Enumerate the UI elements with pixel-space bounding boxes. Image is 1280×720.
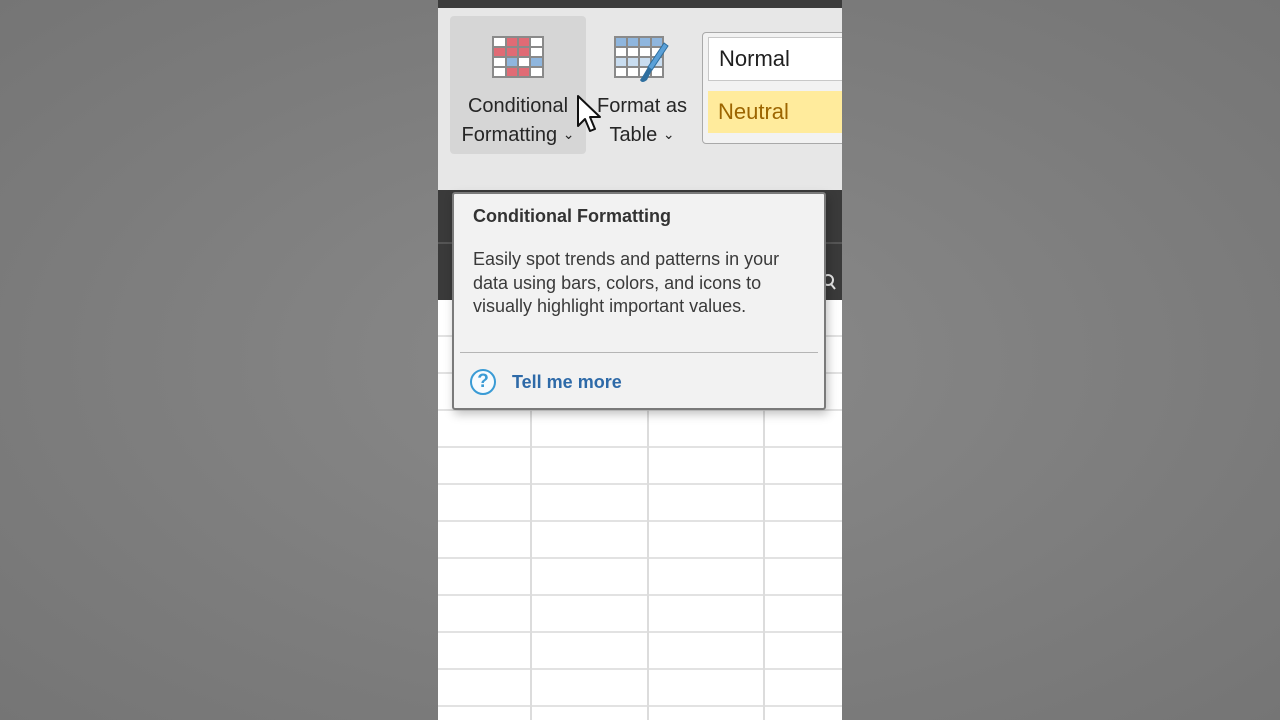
conditional-formatting-icon <box>492 36 544 78</box>
conditional-formatting-label: Conditional Formatting ⌄ <box>450 92 586 151</box>
chevron-down-icon: ⌄ <box>662 126 675 142</box>
tell-me-more-link[interactable]: ? Tell me more <box>470 366 622 398</box>
format-as-table-label: Format as Table ⌄ <box>588 92 696 151</box>
tell-me-more-label: Tell me more <box>512 371 622 392</box>
cell-style-normal[interactable]: Normal <box>708 37 842 81</box>
format-as-table-label-line2: Table <box>609 124 658 146</box>
chevron-down-icon: ⌄ <box>562 126 575 142</box>
video-backdrop: Conditional Formatting ⌄ Format as Table… <box>0 0 1280 720</box>
tooltip-divider <box>460 352 818 353</box>
cell-styles-gallery: Normal Neutral <box>702 32 842 144</box>
tooltip-description: Easily spot trends and patterns in your … <box>473 249 780 316</box>
excel-window-crop: Conditional Formatting ⌄ Format as Table… <box>438 0 842 720</box>
conditional-formatting-label-line1: Conditional <box>467 95 569 117</box>
format-as-table-button[interactable]: Format as Table ⌄ <box>588 16 696 154</box>
format-as-table-icon <box>614 36 669 82</box>
ribbon-styles-group: Conditional Formatting ⌄ Format as Table… <box>438 8 842 190</box>
conditional-formatting-label-line2: Formatting <box>461 124 558 146</box>
tooltip-title: Conditional Formatting <box>473 206 671 226</box>
title-bar-edge <box>438 0 842 8</box>
format-as-table-label-line1: Format as <box>596 95 688 117</box>
mouse-pointer-icon <box>577 95 601 132</box>
help-icon: ? <box>470 369 496 395</box>
conditional-formatting-button[interactable]: Conditional Formatting ⌄ <box>450 16 586 154</box>
cell-style-neutral[interactable]: Neutral <box>708 91 842 133</box>
conditional-formatting-tooltip: Conditional Formatting Easily spot trend… <box>452 192 826 410</box>
